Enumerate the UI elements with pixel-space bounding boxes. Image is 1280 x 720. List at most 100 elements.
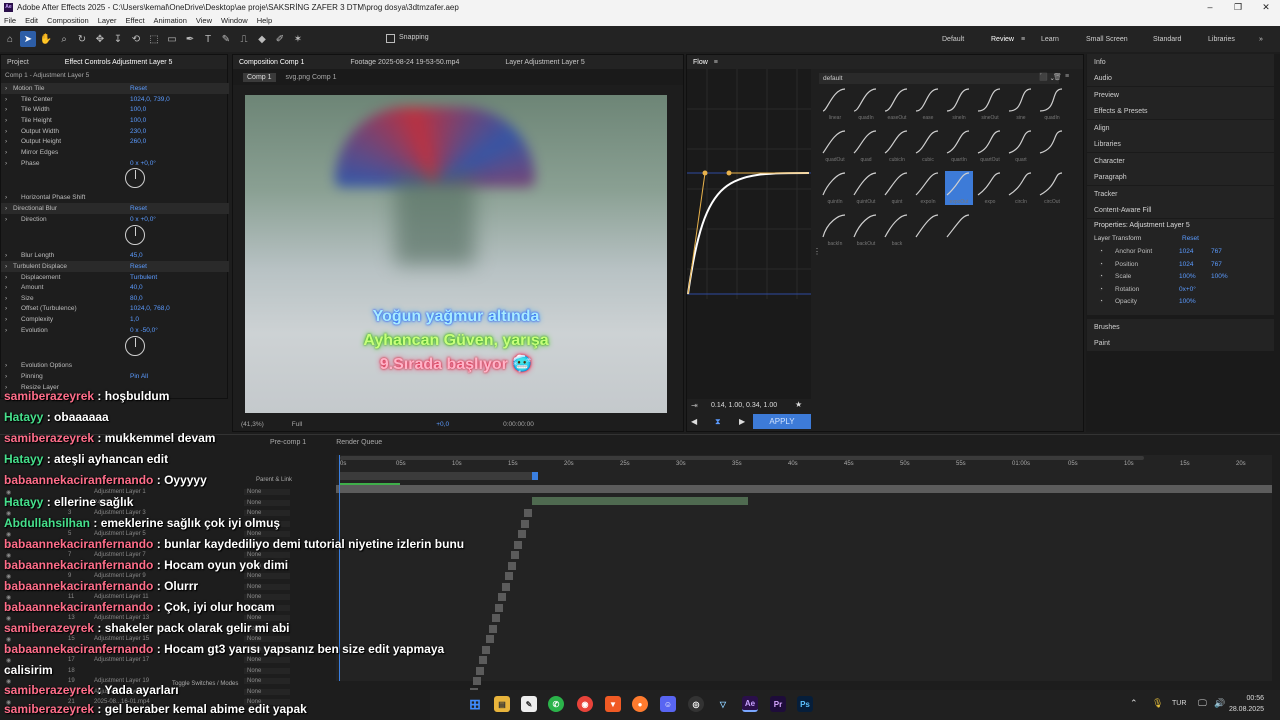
layer-bar[interactable] [498, 593, 507, 601]
workspace-review[interactable]: Review [991, 26, 1014, 52]
disclosure-icon[interactable]: › [1, 373, 11, 380]
menu-window[interactable]: Window [221, 16, 248, 25]
effect-row[interactable]: › Offset (Turbulence) 1024,0, 768,0 [1, 303, 229, 314]
preset-expoIn[interactable]: expoIn [914, 171, 942, 205]
tab-layer[interactable]: Layer Adjustment Layer 5 [505, 59, 584, 66]
workspace-default[interactable]: Default [942, 26, 964, 52]
effect-row[interactable]: › Complexity 1,0 [1, 314, 229, 325]
hourglass-icon[interactable]: ⧗ [715, 417, 721, 427]
stopwatch-icon[interactable]: ◔ [1087, 298, 1107, 305]
flow-import-icon[interactable]: ⇥ [691, 401, 698, 410]
disclosure-icon[interactable]: › [1, 106, 11, 113]
preset-circIn[interactable]: circIn [1007, 171, 1035, 205]
obs-icon[interactable]: ◎ [688, 696, 704, 712]
preset-quart[interactable]: quart [1007, 129, 1035, 163]
disclosure-icon[interactable]: › [1, 316, 11, 323]
home-icon[interactable]: ⌂ [2, 31, 18, 47]
menu-file[interactable]: File [4, 16, 16, 25]
orbit-tool-icon[interactable]: ↻ [74, 31, 90, 47]
preset-quint[interactable]: quint [883, 171, 911, 205]
preset-circOut[interactable]: circOut [1038, 171, 1066, 205]
discord-icon[interactable]: ☺ [660, 696, 676, 712]
transform-prop-value-2[interactable]: 767 [1211, 261, 1222, 268]
disclosure-icon[interactable]: › [1, 160, 11, 167]
effect-row-value[interactable]: Turbulent [126, 274, 157, 281]
layer-bar[interactable] [524, 509, 532, 517]
preset-backOut[interactable]: backOut [852, 213, 880, 247]
menu-animation[interactable]: Animation [154, 16, 187, 25]
preset-sineIn[interactable]: sineIn [945, 87, 973, 121]
preset-linear[interactable]: linear [821, 87, 849, 121]
menu-help[interactable]: Help [257, 16, 272, 25]
effect-row-value[interactable]: 0 x -50,0° [126, 327, 158, 334]
firefox-icon[interactable]: ● [632, 696, 648, 712]
after-effects-icon[interactable]: Ae [742, 696, 758, 712]
dolly-tool-icon[interactable]: ↧ [110, 31, 126, 47]
preset-blank[interactable] [945, 213, 973, 247]
preset-easeOut[interactable]: easeOut [883, 87, 911, 121]
panel-tracker[interactable]: Tracker [1087, 186, 1274, 202]
selection-tool-icon[interactable]: ➤ [20, 31, 36, 47]
workspace-standard[interactable]: Standard [1153, 26, 1181, 52]
tab-effect-controls[interactable]: Effect Controls Adjustment Layer 5 [65, 59, 173, 66]
minimize-icon[interactable]: – [1196, 0, 1224, 14]
breadcrumb-comp1[interactable]: Comp 1 [243, 72, 276, 82]
notes-icon[interactable]: ✎ [521, 696, 537, 712]
layer-bar[interactable] [508, 561, 516, 570]
tab-composition[interactable]: Composition Comp 1 [239, 59, 304, 66]
stopwatch-icon[interactable]: ◔ [1087, 273, 1107, 280]
disclosure-icon[interactable]: › [1, 117, 11, 124]
preset-quartOut[interactable]: quartOut [976, 129, 1004, 163]
effect-row[interactable]: › Tile Height 100,0 [1, 115, 229, 126]
layer-bar[interactable] [514, 540, 523, 549]
effect-row[interactable]: › Horizontal Phase Shift [1, 192, 229, 203]
panel-character[interactable]: Character [1087, 153, 1274, 169]
effect-row-value[interactable]: 40,0 [126, 284, 143, 291]
effect-row-value[interactable]: 100,0 [126, 117, 146, 124]
tab-footage[interactable]: Footage 2025-08-24 19-53-50.mp4 [350, 59, 459, 66]
layer-bar[interactable] [492, 614, 500, 622]
flow-delete-icon[interactable]: 🗑 [1053, 73, 1062, 81]
panel-info[interactable]: Info [1087, 54, 1274, 70]
effect-row[interactable]: › Pinning Pin All [1, 371, 229, 382]
flow-curve-editor[interactable] [687, 69, 811, 399]
next-preset-icon[interactable]: ▶ [739, 417, 745, 426]
disclosure-icon[interactable]: › [1, 295, 11, 302]
effect-row-value[interactable]: 230,0 [126, 128, 146, 135]
transform-prop-value-1[interactable]: 100% [1179, 273, 1211, 280]
flow-more-icon[interactable]: ≡ [1065, 73, 1069, 80]
effect-row[interactable]: › Directional Blur Reset [1, 203, 229, 214]
preset-quadOut[interactable]: quadOut [821, 129, 849, 163]
transform-prop-value-2[interactable]: 767 [1211, 248, 1222, 255]
menu-composition[interactable]: Composition [47, 16, 89, 25]
panel-preview[interactable]: Preview [1087, 87, 1274, 103]
preset-quartIn[interactable]: quartIn [945, 129, 973, 163]
disclosure-icon[interactable]: › [1, 284, 11, 291]
stopwatch-icon[interactable]: ◔ [1087, 261, 1107, 268]
effect-row[interactable]: › Phase 0 x +0,0° [1, 158, 229, 169]
timecode[interactable]: 0:00:00:00 [503, 421, 534, 428]
panel-content-aware-fill[interactable]: Content-Aware Fill [1087, 202, 1274, 218]
anchor-tool-icon[interactable]: ⬚ [146, 31, 162, 47]
file-explorer-icon[interactable]: ▤ [494, 696, 510, 712]
effect-row-value[interactable]: 0 x +0,0° [126, 160, 156, 167]
disclosure-icon[interactable]: › [1, 138, 11, 145]
stopwatch-icon[interactable]: ◔ [1087, 286, 1107, 293]
clock[interactable]: 00:56 28.08.2025 [1229, 693, 1264, 715]
workspace-small-screen[interactable]: Small Screen [1086, 26, 1128, 52]
preset-sineOut[interactable]: sineOut [976, 87, 1004, 121]
transform-prop-value-1[interactable]: 1024 [1179, 261, 1211, 268]
effect-row-value[interactable]: Reset [126, 85, 147, 92]
disclosure-icon[interactable]: › [1, 305, 11, 312]
preset-cubic[interactable]: cubic [914, 129, 942, 163]
panel-resize-handle[interactable]: ⋮ [813, 247, 821, 256]
transform-prop-value-1[interactable]: 0x+0° [1179, 286, 1211, 293]
transform-prop-value-2[interactable]: 100% [1211, 273, 1228, 280]
layer-bar[interactable] [501, 582, 510, 591]
input-language[interactable]: TUR [1172, 700, 1186, 707]
phase-dial[interactable] [125, 168, 145, 188]
disclosure-icon[interactable]: › [1, 128, 11, 135]
effect-row[interactable]: › Mirror Edges [1, 147, 229, 158]
preset-quadIn[interactable]: quadIn [1038, 87, 1066, 121]
disclosure-icon[interactable]: › [1, 263, 11, 270]
